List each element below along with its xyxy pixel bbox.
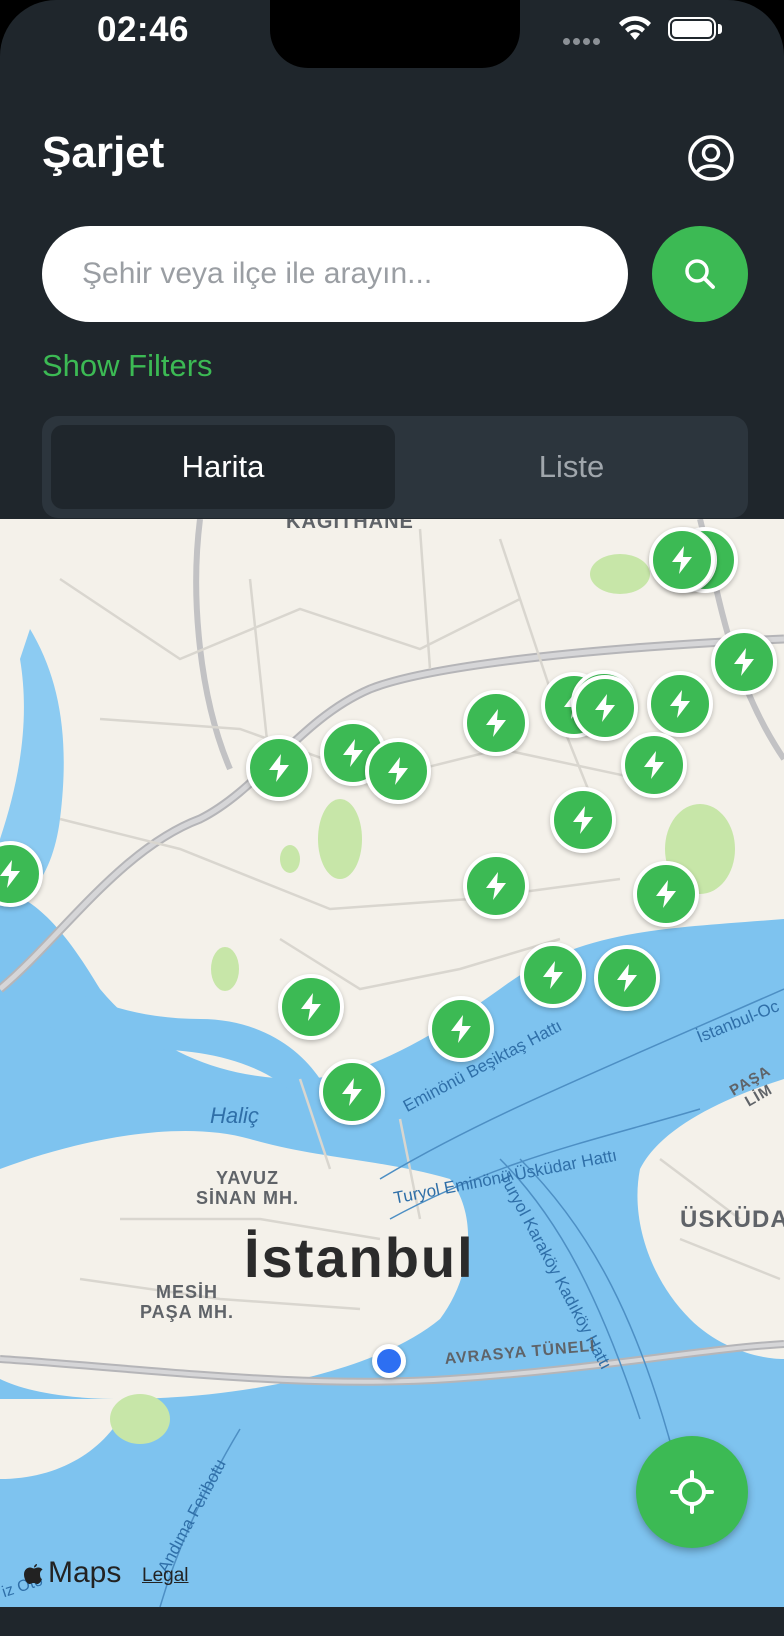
map-label-kagithane: KAĞITHANE [286, 519, 414, 533]
charging-station-pin[interactable] [647, 671, 713, 737]
profile-icon [688, 135, 734, 181]
search-field[interactable] [42, 226, 628, 322]
bolt-icon [573, 806, 593, 834]
bolt-icon [656, 880, 676, 908]
status-time: 02:46 [97, 10, 190, 49]
apple-maps-logo: Maps [22, 1556, 121, 1590]
charging-station-pin[interactable] [711, 629, 777, 695]
bottom-bar [0, 1607, 784, 1636]
bolt-icon [672, 546, 692, 574]
search-icon [685, 259, 715, 289]
charging-station-pin[interactable] [594, 945, 660, 1011]
bolt-icon [595, 694, 615, 722]
bolt-icon [342, 1078, 362, 1106]
bolt-icon [670, 690, 690, 718]
page-title: Şarjet [42, 128, 165, 177]
cellular-signal-icon [563, 32, 603, 50]
charging-station-pin[interactable] [621, 732, 687, 798]
map-label-istanbul: İstanbul [244, 1226, 475, 1289]
search-button[interactable] [652, 226, 748, 322]
charging-station-pin[interactable] [572, 675, 638, 741]
bolt-icon [388, 757, 408, 785]
status-bar: 02:46 [0, 0, 784, 68]
app-screen: 02:46 Şarjet Show Filters Harita Liste [0, 0, 784, 1636]
profile-button[interactable] [687, 134, 735, 182]
wifi-icon [619, 16, 651, 40]
bolt-icon [644, 751, 664, 779]
bolt-icon [486, 872, 506, 900]
battery-icon [668, 17, 716, 41]
charging-station-pin[interactable] [278, 974, 344, 1040]
charging-station-pin[interactable] [633, 861, 699, 927]
locate-icon [670, 1470, 714, 1514]
charging-station-pin[interactable] [463, 853, 529, 919]
map-label-mesih-pasa: MESİH PAŞA MH. [140, 1282, 235, 1322]
tab-list[interactable]: Liste [404, 425, 739, 509]
map-label-halic: Haliç [210, 1103, 259, 1128]
map-label-yavuz-sinan: YAVUZ SİNAN MH. [196, 1168, 299, 1208]
battery-tip [718, 24, 722, 34]
bolt-icon [617, 964, 637, 992]
view-toggle: Harita Liste [42, 416, 748, 518]
charging-station-pin[interactable] [463, 690, 529, 756]
legal-link[interactable]: Legal [142, 1565, 189, 1587]
map-label-uskudar: ÜSKÜDA [680, 1206, 784, 1233]
bolt-icon [451, 1015, 471, 1043]
charging-station-pin[interactable] [428, 996, 494, 1062]
charging-station-pin[interactable] [365, 738, 431, 804]
locate-me-button[interactable] [636, 1436, 748, 1548]
bolt-icon [301, 993, 321, 1021]
user-location-dot [372, 1344, 406, 1378]
bolt-icon [343, 739, 363, 767]
maps-logo-text: Maps [48, 1556, 122, 1589]
tab-map[interactable]: Harita [51, 425, 395, 509]
charging-station-pin[interactable] [319, 1059, 385, 1125]
dynamic-island [270, 0, 520, 68]
bolt-icon [543, 961, 563, 989]
bolt-icon [734, 648, 754, 676]
apple-logo-icon [24, 1564, 43, 1584]
charging-station-pin[interactable] [649, 527, 715, 593]
charging-station-pin[interactable] [246, 735, 312, 801]
search-input[interactable] [80, 256, 590, 292]
bolt-icon [486, 709, 506, 737]
show-filters-link[interactable]: Show Filters [42, 348, 213, 384]
charging-station-pin[interactable] [520, 942, 586, 1008]
bolt-icon [269, 754, 289, 782]
charging-station-pin[interactable] [550, 787, 616, 853]
bolt-icon [0, 860, 20, 888]
